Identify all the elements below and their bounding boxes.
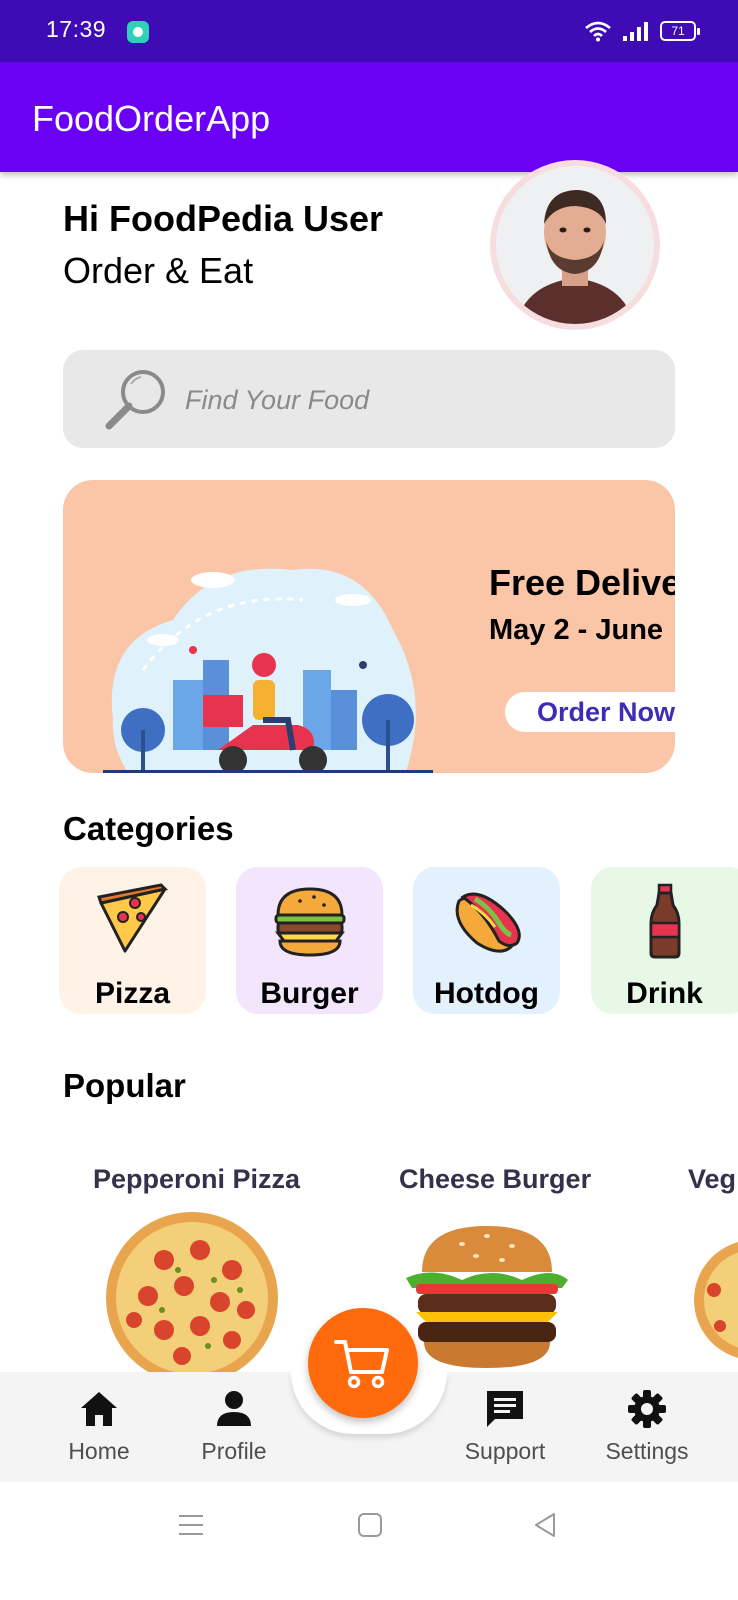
popular-title: Popular	[63, 1067, 186, 1104]
cheese-burger-image[interactable]	[402, 1222, 572, 1372]
signal-icon	[623, 22, 648, 41]
avatar-image	[496, 166, 654, 324]
nav-support[interactable]: Support	[445, 1388, 565, 1465]
battery-level: 71	[671, 24, 685, 38]
nav-label: Home	[68, 1438, 130, 1464]
pepperoni-pizza-image[interactable]	[104, 1210, 280, 1380]
home-icon	[81, 1392, 117, 1426]
category-label: Pizza	[94, 977, 171, 1010]
delivery-scooter-illustration	[103, 568, 433, 773]
back-icon[interactable]	[532, 1512, 558, 1538]
greeting-subtitle: Order & Eat	[63, 250, 254, 291]
veg-item-image[interactable]	[694, 1230, 738, 1370]
search-input[interactable]	[185, 380, 645, 420]
greeting-title: Hi FoodPedia User	[63, 198, 384, 239]
pizza-icon	[97, 883, 169, 953]
avatar[interactable]	[490, 160, 660, 330]
status-time: 17:39	[46, 16, 107, 42]
category-drink[interactable]: Drink	[591, 867, 738, 1014]
nav-label: Profile	[201, 1438, 267, 1464]
cart-icon	[334, 1340, 389, 1389]
popular-item-name: Cheese Burger	[399, 1164, 592, 1194]
category-pizza[interactable]: Pizza	[59, 867, 206, 1014]
category-burger[interactable]: Burger	[236, 867, 383, 1014]
hotdog-icon	[455, 892, 521, 953]
app-bar: FoodOrderApp	[0, 62, 738, 172]
burger-icon	[274, 887, 346, 957]
nav-settings[interactable]: Settings	[587, 1388, 707, 1465]
search-icon	[105, 370, 165, 430]
home-square-icon[interactable]	[357, 1512, 383, 1538]
app-title: FoodOrderApp	[32, 98, 271, 139]
nav-home[interactable]: Home	[39, 1388, 159, 1465]
promo-banner[interactable]: Free Delivery May 2 - June Order Now	[63, 480, 675, 773]
popular-item-name: Pepperoni Pizza	[93, 1164, 301, 1194]
category-label: Hotdog	[434, 977, 539, 1010]
categories-title: Categories	[63, 810, 234, 847]
notification-app-icon	[127, 21, 149, 43]
banner-dates: May 2 - June	[489, 614, 664, 646]
status-bar: 17:39 71	[0, 0, 738, 62]
support-icon	[487, 1391, 523, 1427]
wifi-icon	[585, 21, 611, 42]
nav-label: Support	[464, 1438, 546, 1464]
banner-title: Free Delivery	[489, 562, 675, 603]
order-now-button[interactable]: Order Now	[505, 692, 675, 732]
nav-label: Settings	[605, 1438, 689, 1464]
category-label: Burger	[260, 977, 359, 1010]
search-bar[interactable]	[63, 350, 675, 448]
status-icons: 71	[584, 20, 700, 42]
category-hotdog[interactable]: Hotdog	[413, 867, 560, 1014]
battery-icon: 71	[660, 21, 700, 41]
drink-icon	[649, 883, 681, 959]
cart-button[interactable]	[308, 1308, 418, 1418]
category-label: Drink	[626, 977, 703, 1010]
settings-icon	[628, 1390, 666, 1428]
nav-profile[interactable]: Profile	[174, 1388, 294, 1465]
system-nav-bar	[0, 1482, 738, 1600]
menu-icon[interactable]	[178, 1512, 204, 1538]
profile-icon	[217, 1391, 251, 1426]
popular-item-name: Veg	[688, 1164, 737, 1194]
